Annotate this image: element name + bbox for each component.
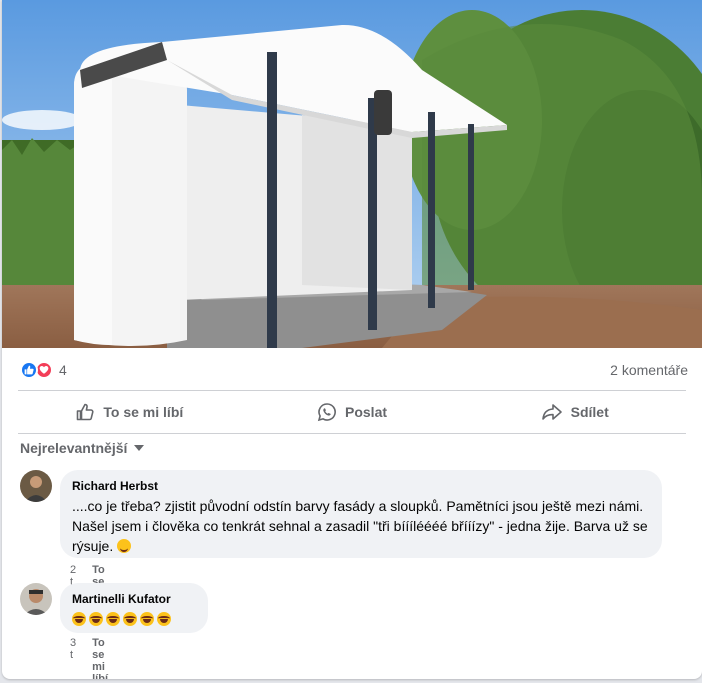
reaction-summary[interactable]: 4 [20, 360, 67, 380]
bus-shelter-image [2, 0, 702, 348]
avatar[interactable] [20, 470, 52, 502]
send-button-label: Poslat [345, 404, 388, 420]
laughing-emoji-icon [157, 612, 171, 626]
laughing-emoji-icon [140, 612, 154, 626]
thumbs-up-icon [77, 403, 94, 421]
like-button[interactable]: To se mi líbí [18, 392, 241, 432]
comment-like-link[interactable]: To se mi líbí [92, 637, 108, 679]
laughing-emoji-icon [106, 612, 120, 626]
like-button-label: To se mi líbí [103, 404, 184, 420]
comment-meta: 3 t To se mi líbí [70, 637, 108, 679]
share-button-label: Sdílet [570, 404, 609, 420]
sort-label: Nejrelevantnější [20, 440, 128, 456]
post-photo[interactable] [2, 0, 702, 348]
comment-author[interactable]: Martinelli Kufator [72, 591, 196, 607]
comment-emoji-row [72, 609, 196, 629]
wink-emoji-icon [117, 539, 132, 553]
laughing-emoji-icon [72, 612, 86, 626]
avatar[interactable] [20, 583, 52, 615]
comment-text: ....co je třeba? zjistit původní odstín … [72, 496, 650, 556]
comment-sort-dropdown[interactable]: Nejrelevantnější [20, 438, 145, 458]
reaction-count: 4 [59, 362, 67, 378]
comments-count-link[interactable]: 2 komentáře [610, 362, 688, 378]
laughing-emoji-icon [123, 612, 137, 626]
comment-bubble: Martinelli Kufator [60, 583, 208, 633]
comment-bubble: Richard Herbst ....co je třeba? zjistit … [60, 470, 662, 558]
divider [18, 433, 686, 434]
comment-time[interactable]: 3 t [70, 637, 76, 679]
post-actions: To se mi líbí Poslat Sdílet [18, 392, 686, 432]
share-arrow-icon [541, 404, 562, 420]
comment-author[interactable]: Richard Herbst [72, 478, 650, 494]
post-card: 4 2 komentáře To se mi líbí Poslat Sdíle… [2, 0, 702, 679]
send-button[interactable]: Poslat [241, 392, 464, 432]
laughing-emoji-icon [89, 612, 103, 626]
caret-down-icon [134, 445, 145, 451]
like-reaction-icon [20, 361, 38, 379]
divider [18, 390, 686, 391]
whatsapp-icon [317, 403, 336, 422]
share-button[interactable]: Sdílet [463, 392, 686, 432]
comment-text-body: ....co je třeba? zjistit původní odstín … [72, 498, 648, 554]
